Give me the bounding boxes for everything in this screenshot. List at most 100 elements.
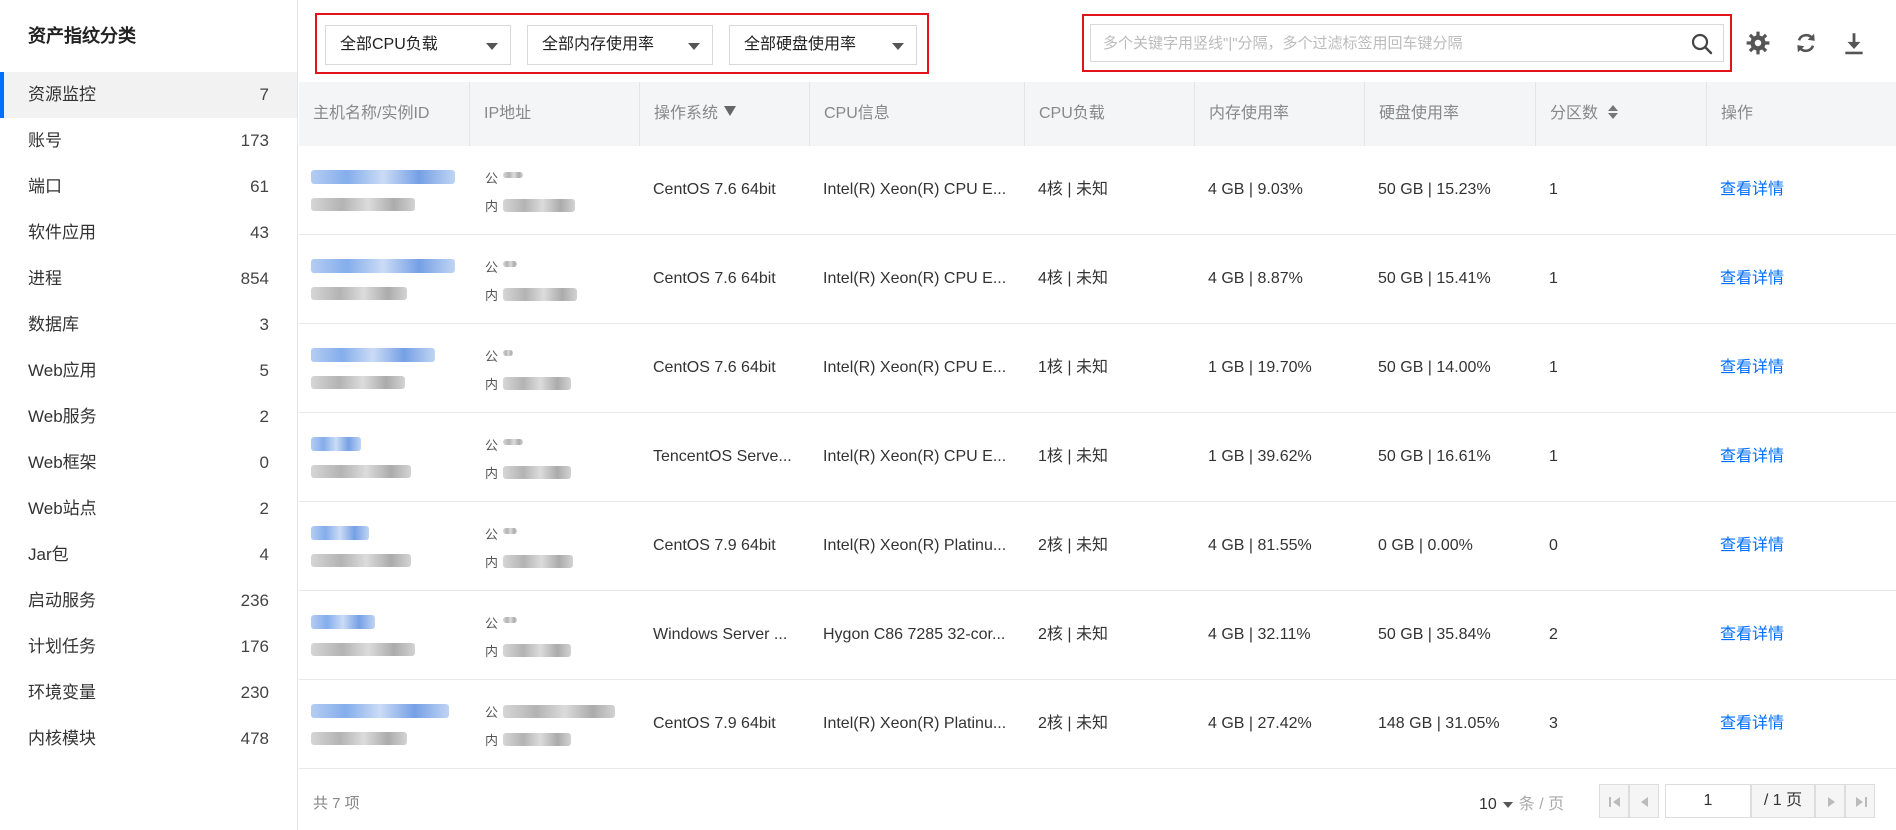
- sidebar-title: 资产指纹分类: [28, 26, 136, 46]
- filter-icon[interactable]: [724, 105, 737, 116]
- view-details-link[interactable]: 查看详情: [1706, 235, 1896, 323]
- disk-cell: 50 GB | 14.00%: [1378, 359, 1491, 376]
- instance-id: [311, 287, 407, 300]
- gear-icon[interactable]: [1745, 30, 1771, 56]
- table-row: 公 内 CentOS 7.9 64bit Intel(R) Xeon(R) Pl…: [299, 680, 1896, 769]
- sidebar-item-count: 230: [240, 683, 269, 702]
- sidebar-item-count: 7: [259, 85, 269, 104]
- sidebar-item-scheduled-tasks[interactable]: 计划任务 176: [0, 624, 297, 670]
- download-icon[interactable]: [1841, 30, 1867, 56]
- sidebar-item-label: Web服务: [28, 407, 97, 426]
- table-row: 公 内 CentOS 7.6 64bit Intel(R) Xeon(R) CP…: [299, 324, 1896, 413]
- memory-usage-select[interactable]: 全部内存使用率: [527, 25, 713, 65]
- sidebar-item-label: 启动服务: [28, 591, 96, 610]
- view-details-link[interactable]: 查看详情: [1706, 502, 1896, 590]
- next-page-button[interactable]: [1815, 784, 1845, 818]
- sidebar-item-databases[interactable]: 数据库 3: [0, 302, 297, 348]
- sidebar-item-label: 软件应用: [28, 223, 96, 242]
- os-cell: CentOS 7.6 64bit: [653, 270, 776, 287]
- memory-cell: 1 GB | 39.62%: [1208, 448, 1312, 465]
- sidebar-item-ports[interactable]: 端口 61: [0, 164, 297, 210]
- table-header: 主机名称/实例ID IP地址 操作系统 CPU信息 CPU负载 内存使用率 硬盘…: [299, 82, 1896, 146]
- host-name-link[interactable]: [311, 526, 369, 540]
- disk-usage-select[interactable]: 全部硬盘使用率: [729, 25, 917, 65]
- column-header-partitions[interactable]: 分区数: [1535, 82, 1706, 146]
- sidebar-item-web-sites[interactable]: Web站点 2: [0, 486, 297, 532]
- sidebar-item-software[interactable]: 软件应用 43: [0, 210, 297, 256]
- prev-page-button[interactable]: [1629, 784, 1659, 818]
- memory-usage-select-value: 全部内存使用率: [542, 36, 655, 53]
- memory-cell: 4 GB | 32.11%: [1208, 626, 1311, 643]
- search-highlight: [1082, 14, 1732, 72]
- table-row: 公 内 CentOS 7.9 64bit Intel(R) Xeon(R) Pl…: [299, 502, 1896, 591]
- ip-private-label: 内: [485, 377, 499, 392]
- chevron-down-icon: [892, 43, 904, 50]
- chevron-down-icon: [1502, 801, 1513, 808]
- memory-cell: 4 GB | 9.03%: [1208, 181, 1303, 198]
- toolbar: 全部CPU负载 全部内存使用率 全部硬盘使用率: [299, 0, 1896, 82]
- view-details-link[interactable]: 查看详情: [1706, 324, 1896, 412]
- memory-cell: 4 GB | 81.55%: [1208, 537, 1312, 554]
- host-name-link[interactable]: [311, 170, 455, 184]
- cpu-info-cell: Intel(R) Xeon(R) CPU E...: [823, 270, 1007, 287]
- last-page-button[interactable]: [1845, 784, 1875, 818]
- sidebar-item-web-apps[interactable]: Web应用 5: [0, 348, 297, 394]
- next-page-icon: [1828, 797, 1835, 807]
- ip-public-label: 公: [485, 349, 499, 364]
- page-size-select[interactable]: 10 条 / 页: [1479, 790, 1564, 814]
- ip-private-label: 内: [485, 199, 499, 214]
- partitions-cell: 1: [1549, 270, 1558, 287]
- instance-id: [311, 732, 407, 745]
- cpu-info-cell: Intel(R) Xeon(R) Platinu...: [823, 537, 1007, 554]
- cpu-load-cell: 1核 | 未知: [1038, 448, 1108, 465]
- partitions-cell: 2: [1549, 626, 1558, 643]
- first-page-button[interactable]: [1599, 784, 1629, 818]
- cpu-load-select[interactable]: 全部CPU负载: [325, 25, 511, 65]
- sidebar-item-kernel-modules[interactable]: 内核模块 478: [0, 716, 297, 762]
- sidebar-item-label: 资源监控: [28, 85, 96, 104]
- current-page-input[interactable]: [1665, 784, 1751, 818]
- sidebar-item-web-services[interactable]: Web服务 2: [0, 394, 297, 440]
- view-details-link[interactable]: 查看详情: [1706, 680, 1896, 768]
- instance-id: [311, 554, 411, 567]
- host-name-link[interactable]: [311, 259, 455, 273]
- sort-icon[interactable]: [1608, 104, 1619, 119]
- host-name-link[interactable]: [311, 615, 375, 629]
- ip-public-value: [503, 528, 517, 534]
- ip-private-value: [503, 199, 575, 212]
- partitions-cell: 0: [1549, 537, 1558, 554]
- sidebar-item-accounts[interactable]: 账号 173: [0, 118, 297, 164]
- asset-category-sidebar: 资产指纹分类 资源监控 7 账号 173 端口 61 软件应用 43 进程 85…: [0, 0, 298, 830]
- sidebar-item-web-frameworks[interactable]: Web框架 0: [0, 440, 297, 486]
- disk-cell: 50 GB | 15.23%: [1378, 181, 1491, 198]
- refresh-icon[interactable]: [1793, 30, 1819, 56]
- host-name-link[interactable]: [311, 348, 435, 362]
- sidebar-item-resource-monitor[interactable]: 资源监控 7: [0, 72, 297, 118]
- sidebar-item-env-vars[interactable]: 环境变量 230: [0, 670, 297, 716]
- os-cell: Windows Server ...: [653, 626, 788, 643]
- sidebar-item-count: 854: [240, 269, 269, 288]
- sidebar-item-jar-packages[interactable]: Jar包 4: [0, 532, 297, 578]
- host-name-link[interactable]: [311, 704, 449, 718]
- column-header-disk: 硬盘使用率: [1364, 82, 1535, 146]
- sidebar-item-label: 环境变量: [28, 683, 96, 702]
- ip-public-label: 公: [485, 438, 499, 453]
- sidebar-item-startup-services[interactable]: 启动服务 236: [0, 578, 297, 624]
- sidebar-item-processes[interactable]: 进程 854: [0, 256, 297, 302]
- os-cell: CentOS 7.9 64bit: [653, 715, 776, 732]
- disk-cell: 50 GB | 35.84%: [1378, 626, 1491, 643]
- host-name-link[interactable]: [311, 437, 361, 451]
- view-details-link[interactable]: 查看详情: [1706, 146, 1896, 234]
- partitions-cell: 1: [1549, 359, 1558, 376]
- first-page-icon: [1609, 797, 1620, 807]
- view-details-link[interactable]: 查看详情: [1706, 413, 1896, 501]
- disk-cell: 50 GB | 16.61%: [1378, 448, 1491, 465]
- total-count: 共 7 项: [313, 795, 360, 812]
- prev-page-icon: [1641, 797, 1648, 807]
- cpu-info-cell: Intel(R) Xeon(R) CPU E...: [823, 448, 1007, 465]
- column-header-os[interactable]: 操作系统: [639, 82, 809, 146]
- search-icon[interactable]: [1690, 32, 1714, 56]
- ip-public-value: [503, 350, 513, 356]
- search-input[interactable]: [1090, 24, 1724, 62]
- view-details-link[interactable]: 查看详情: [1706, 591, 1896, 679]
